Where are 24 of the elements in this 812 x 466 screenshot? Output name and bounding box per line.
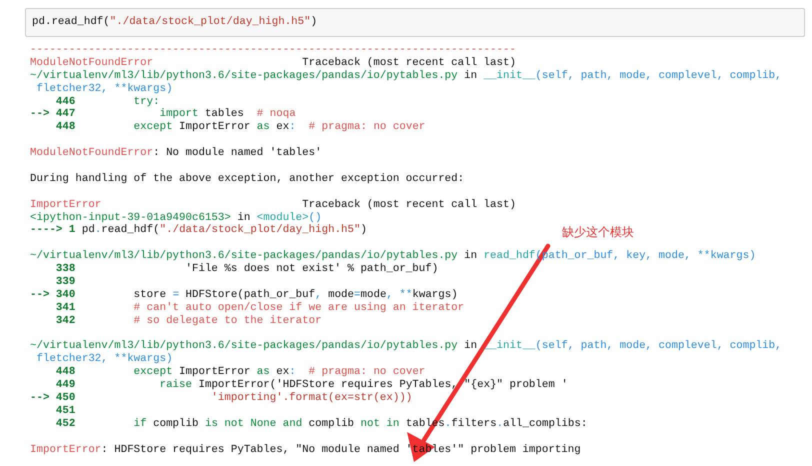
code-input-cell[interactable]: pd.read_hdf("./data/stock_plot/day_high.h5") bbox=[25, 8, 805, 37]
traceback-line: --> 447 import tables # noqa bbox=[30, 108, 296, 122]
traceback-line: 341 # can't auto open/close if we are using an iterator bbox=[54, 302, 464, 315]
traceback-line: ----> 1 pd.read_hdf("./data/stock_plot/day_high.h5") bbox=[30, 224, 367, 238]
traceback-line: 448 except ImportError as ex: # pragma: no cover bbox=[54, 121, 426, 134]
traceback-line: 339 bbox=[54, 276, 76, 289]
traceback-line: 451 bbox=[54, 404, 76, 418]
traceback-line: 448 except ImportError as ex: # pragma: no cover bbox=[54, 366, 426, 379]
annotation-text: 缺少这个模块 bbox=[562, 224, 634, 241]
traceback-line: 342 # so delegate to the iterator bbox=[54, 314, 322, 328]
traceback-line: ~/virtualenv/ml3/lib/python3.6/site-packages/pandas/io/pytables.py in __init__(self, path, mode, complevel, complib, bbox=[30, 70, 782, 83]
traceback-line: --------------------------------------------------------------------------- bbox=[30, 44, 516, 57]
traceback-line: During handling of the above exception, another exception occurred: bbox=[30, 172, 464, 186]
traceback-line: --> 450 'importing'.format(ex=str(ex))) bbox=[30, 392, 412, 405]
traceback-line: ImportError Traceback (most recent call last) bbox=[30, 198, 516, 212]
traceback-line: <ipython-input-39-01a9490c6153> in <module>() bbox=[30, 212, 322, 224]
traceback-line: 338 'File %s does not exist' % path_or_buf) bbox=[54, 263, 438, 276]
traceback-line: ModuleNotFoundError: No module named 'tables' bbox=[30, 147, 322, 160]
traceback-line: fletcher32, **kwargs) bbox=[35, 353, 173, 366]
traceback-line: ModuleNotFoundError Traceback (most recent call last) bbox=[30, 56, 516, 70]
traceback-line: --> 340 store = HDFStore(path_or_buf, mode=mode, **kwargs) bbox=[30, 288, 458, 302]
traceback-line: fletcher32, **kwargs) bbox=[35, 82, 173, 96]
traceback-line: 446 try: bbox=[54, 96, 160, 108]
traceback-line: 449 raise ImportError('HDFStore requires PyTables, "{ex}" problem ' bbox=[54, 379, 568, 392]
